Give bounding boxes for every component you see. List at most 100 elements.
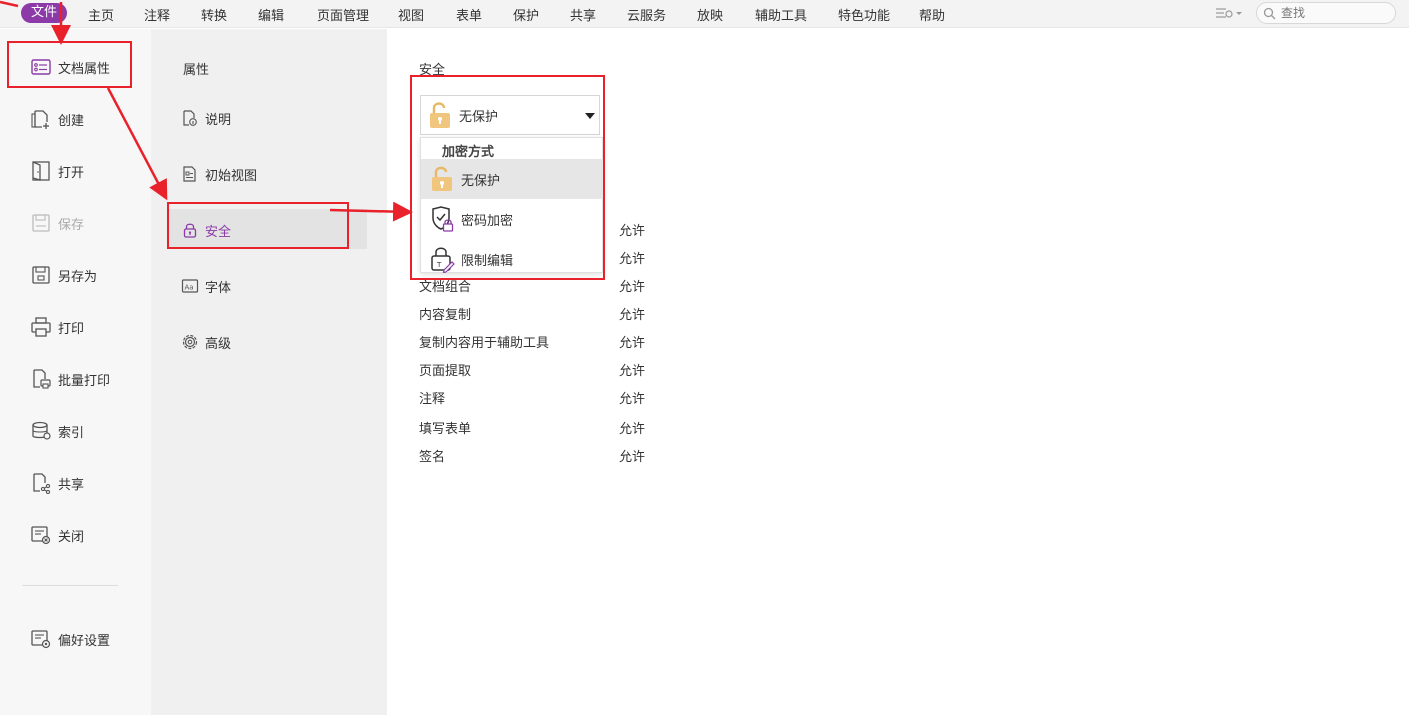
menu-form[interactable]: 表单 <box>456 5 482 24</box>
gear-icon <box>182 334 198 350</box>
search-box[interactable] <box>1256 2 1396 24</box>
open-padlock-icon <box>430 102 450 128</box>
menu-protect[interactable]: 保护 <box>513 5 539 24</box>
properties-sidebar: 属性 说明 初始视图 安全 Aa 字体 高级 <box>151 29 387 715</box>
description-icon <box>183 110 197 126</box>
menu-edit[interactable]: 编辑 <box>258 5 284 24</box>
divider <box>22 585 118 586</box>
permission-value: 允许 <box>619 422 646 437</box>
nav-label: 另存为 <box>58 269 98 285</box>
search-icon <box>1263 7 1276 20</box>
svg-text:Aa: Aa <box>185 284 194 292</box>
select-value: 无保护 <box>459 109 499 125</box>
document-properties-icon <box>31 59 51 75</box>
permission-value: 允许 <box>619 336 646 351</box>
nav-label: 共享 <box>58 477 85 493</box>
option-password-encryption[interactable]: 密码加密 <box>421 199 604 239</box>
nav-label: 打开 <box>58 165 85 181</box>
printer-icon <box>31 317 51 337</box>
permission-value: 允许 <box>619 450 646 465</box>
menu-help[interactable]: 帮助 <box>919 5 945 24</box>
menu-view[interactable]: 视图 <box>398 5 424 24</box>
option-label: 无保护 <box>461 173 501 189</box>
nav-index[interactable]: 索引 <box>30 419 84 443</box>
permission-name: 注释 <box>419 392 446 407</box>
svg-text:T: T <box>436 261 442 269</box>
share-icon <box>33 473 51 494</box>
lock-icon <box>183 223 197 238</box>
menu-home[interactable]: 主页 <box>88 5 114 24</box>
encryption-method-dropdown: 加密方式 无保护 密码加密 T 限制编辑 <box>420 137 604 273</box>
menu-convert[interactable]: 转换 <box>201 5 227 24</box>
props-security[interactable]: 安全 <box>181 219 231 241</box>
app-window: 文件 主页 注释 转换 编辑 页面管理 视图 表单 保护 共享 云服务 放映 辅… <box>0 0 1409 715</box>
batch-print-icon <box>33 369 51 389</box>
nav-save[interactable]: 保存 <box>30 211 84 235</box>
chevron-down-icon <box>585 113 595 119</box>
permission-name: 签名 <box>419 450 446 465</box>
dropdown-header: 加密方式 <box>442 145 495 160</box>
save-as-icon <box>32 266 50 284</box>
nav-label: 文档属性 <box>58 61 111 77</box>
preferences-icon <box>31 630 51 649</box>
nav-label: 索引 <box>58 425 85 441</box>
props-initial-view[interactable]: 初始视图 <box>181 163 257 185</box>
security-panel: 安全 无保护 允许 允许 文档组合 允许 内容复制 允许 复制内容用于辅助工具 … <box>387 29 1409 715</box>
permission-value: 允许 <box>619 280 646 295</box>
props-label: 初始视图 <box>205 168 258 184</box>
nav-batch-print[interactable]: 批量打印 <box>30 367 110 391</box>
permission-name: 内容复制 <box>419 308 472 323</box>
menu-special-features[interactable]: 特色功能 <box>838 5 890 24</box>
props-fonts[interactable]: Aa 字体 <box>181 275 231 297</box>
open-padlock-icon <box>432 166 452 191</box>
props-label: 安全 <box>205 224 232 240</box>
save-icon <box>32 214 50 232</box>
restrict-edit-icon: T <box>431 247 455 273</box>
open-book-icon <box>32 161 50 181</box>
search-input[interactable] <box>1281 5 1389 21</box>
menu-page-management[interactable]: 页面管理 <box>317 5 369 24</box>
props-label: 说明 <box>205 112 232 128</box>
nav-save-as[interactable]: 另存为 <box>30 263 97 287</box>
option-label: 限制编辑 <box>461 253 514 269</box>
permission-value: 允许 <box>619 252 646 267</box>
props-advanced[interactable]: 高级 <box>181 331 231 353</box>
menu-share[interactable]: 共享 <box>570 5 596 24</box>
nav-document-properties[interactable]: 文档属性 <box>30 55 110 79</box>
nav-label: 批量打印 <box>58 373 111 389</box>
permission-value: 允许 <box>619 308 646 323</box>
menu-comment[interactable]: 注释 <box>144 5 170 24</box>
permission-value: 允许 <box>619 224 646 239</box>
create-document-icon <box>31 110 49 129</box>
permission-name: 页面提取 <box>419 364 472 379</box>
properties-title: 属性 <box>183 63 210 78</box>
menu-file[interactable]: 文件 <box>21 3 68 23</box>
option-no-protection[interactable]: 无保护 <box>421 159 604 199</box>
password-shield-icon <box>432 206 454 232</box>
option-label: 密码加密 <box>461 213 514 229</box>
permission-value: 允许 <box>619 392 646 407</box>
nav-label: 保存 <box>58 217 85 233</box>
menu-cloud-service[interactable]: 云服务 <box>627 5 666 24</box>
nav-create[interactable]: 创建 <box>30 107 84 131</box>
nav-label: 创建 <box>58 113 85 129</box>
props-label: 字体 <box>205 280 232 296</box>
permission-name: 填写表单 <box>419 422 472 437</box>
option-restrict-editing[interactable]: T 限制编辑 <box>421 239 604 279</box>
menu-bar: 文件 主页 注释 转换 编辑 页面管理 视图 表单 保护 共享 云服务 放映 辅… <box>0 0 1409 28</box>
close-document-icon <box>31 526 51 545</box>
menu-accessibility-tools[interactable]: 辅助工具 <box>755 5 807 24</box>
font-icon: Aa <box>181 279 199 293</box>
props-description[interactable]: 说明 <box>181 107 231 129</box>
nav-close[interactable]: 关闭 <box>30 523 84 547</box>
nav-open[interactable]: 打开 <box>30 159 84 183</box>
encryption-method-select[interactable]: 无保护 <box>420 95 600 135</box>
initial-view-icon <box>183 166 196 182</box>
view-options-icon[interactable] <box>1215 6 1245 22</box>
nav-print[interactable]: 打印 <box>30 315 84 339</box>
nav-preferences[interactable]: 偏好设置 <box>30 627 110 651</box>
nav-share[interactable]: 共享 <box>30 471 84 495</box>
menu-slideshow[interactable]: 放映 <box>697 5 723 24</box>
index-database-icon <box>32 421 51 440</box>
permission-name: 复制内容用于辅助工具 <box>419 336 550 351</box>
